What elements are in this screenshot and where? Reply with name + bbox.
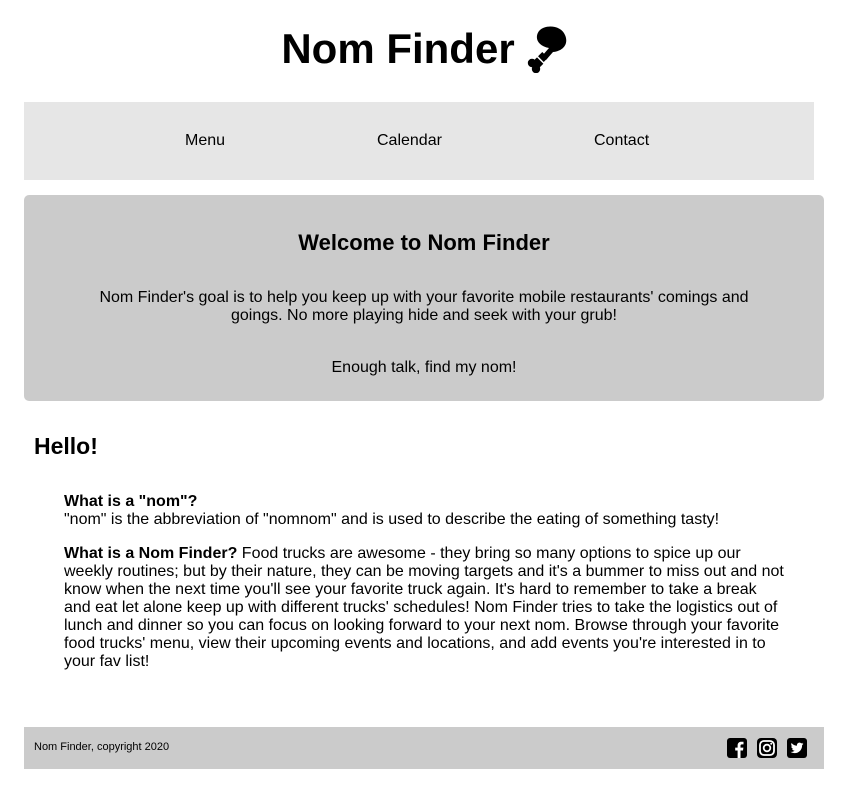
site-footer: Nom Finder, copyright 2020 xyxy=(24,727,824,769)
faq-question: What is a Nom Finder? xyxy=(64,545,238,562)
faq-question: What is a "nom"? xyxy=(64,493,198,510)
drumstick-icon xyxy=(525,25,569,73)
welcome-description: Nom Finder's goal is to help you keep up… xyxy=(99,289,749,324)
welcome-heading: Welcome to Nom Finder xyxy=(298,230,550,255)
twitter-icon[interactable] xyxy=(786,737,808,759)
faq-item: What is a Nom Finder? Food trucks are aw… xyxy=(64,545,784,671)
copyright-text: Nom Finder, copyright 2020 xyxy=(34,741,170,753)
site-title-text: Nom Finder xyxy=(281,24,515,72)
hello-heading: Hello! xyxy=(34,433,98,459)
instagram-icon[interactable] xyxy=(756,737,778,759)
welcome-banner: Welcome to Nom Finder Nom Finder's goal … xyxy=(24,195,824,401)
nav-item-calendar[interactable]: Calendar xyxy=(377,132,442,150)
find-nom-link[interactable]: Enough talk, find my nom! xyxy=(24,359,824,377)
faq-answer: "nom" is the abbreviation of "nomnom" an… xyxy=(64,511,720,528)
site-title[interactable]: Nom Finder xyxy=(281,25,568,73)
social-links xyxy=(726,737,808,759)
faq-answer: Food trucks are awesome - they bring so … xyxy=(64,545,784,670)
nav-item-menu[interactable]: Menu xyxy=(185,132,225,150)
site-header: Nom Finder xyxy=(0,0,850,100)
facebook-icon[interactable] xyxy=(726,737,748,759)
faq-item: What is a "nom"? "nom" is the abbreviati… xyxy=(64,493,784,529)
main-nav: Menu Calendar Contact xyxy=(24,102,814,180)
nav-item-contact[interactable]: Contact xyxy=(594,132,649,150)
faq-section: What is a "nom"? "nom" is the abbreviati… xyxy=(64,493,784,687)
